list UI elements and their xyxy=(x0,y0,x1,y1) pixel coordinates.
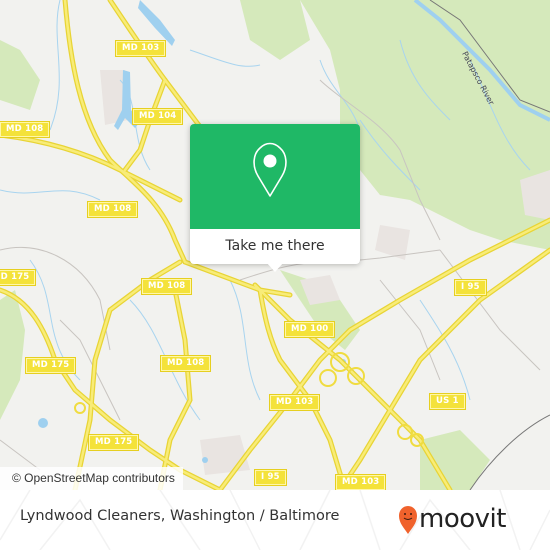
popup-header xyxy=(190,124,360,229)
road-label-md-108-west: MD 108 xyxy=(0,122,50,137)
place-name: Lyndwood Cleaners, Washington / Baltimor… xyxy=(20,508,340,524)
moovit-pin-icon xyxy=(399,506,417,534)
popup-pointer xyxy=(266,262,284,272)
road-label-us-1: US 1 xyxy=(430,394,465,409)
road-label-md-103: MD 103 xyxy=(116,41,166,56)
footer-bar: Lyndwood Cleaners, Washington / Baltimor… xyxy=(0,490,550,550)
road-label-md-100: MD 100 xyxy=(285,322,335,337)
take-me-there-button[interactable]: Take me there xyxy=(190,229,360,264)
road-label-md-108-center: MD 108 xyxy=(142,279,192,294)
moovit-wordmark: moovit xyxy=(419,504,506,534)
map-view[interactable]: MD 103 MD 104 MD 108 MD 108 MD 108 MD 10… xyxy=(0,0,550,490)
map-pin-icon xyxy=(253,142,287,197)
road-label-md-103-south: MD 103 xyxy=(336,475,386,490)
road-label-md-103-center: MD 103 xyxy=(270,395,320,410)
road-label-i-95-east: I 95 xyxy=(455,280,486,295)
road-label-md-175: MD 175 xyxy=(26,358,76,373)
road-label-md-108: MD 108 xyxy=(88,202,138,217)
road-label-md-108-south: MD 108 xyxy=(161,356,211,371)
road-label-md-175-west: MD 175 xyxy=(0,270,36,285)
road-label-md-104: MD 104 xyxy=(133,109,183,124)
road-label-i-95-south: I 95 xyxy=(255,470,286,485)
road-label-md-175-south: MD 175 xyxy=(89,435,139,450)
destination-popup: Take me there xyxy=(190,124,360,272)
map-attribution[interactable]: © OpenStreetMap contributors xyxy=(0,467,183,490)
